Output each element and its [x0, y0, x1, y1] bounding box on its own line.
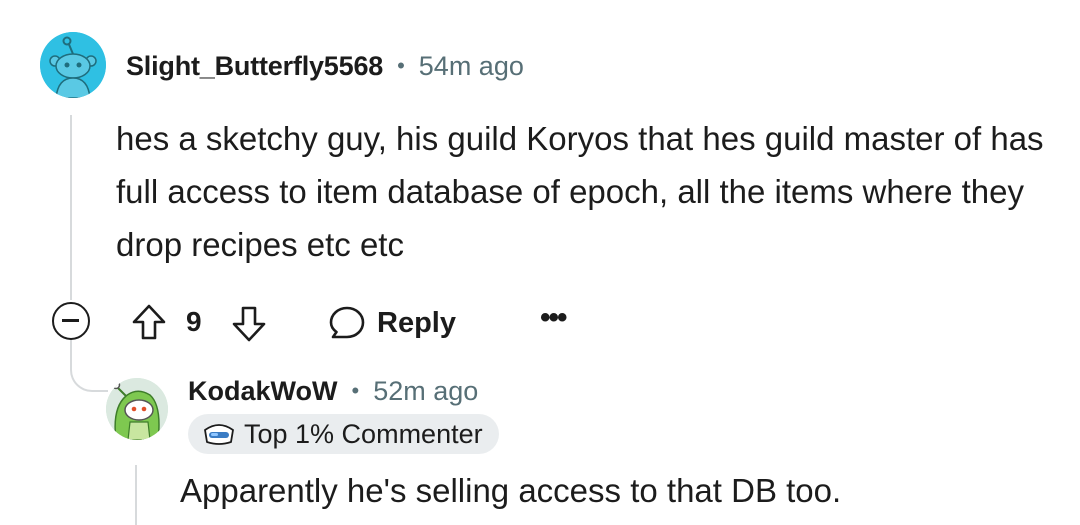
comment-header: Slight_Butterfly5568 • 54m ago: [126, 44, 524, 88]
collapse-thread-button[interactable]: [52, 302, 90, 340]
upvote-icon[interactable]: [130, 302, 168, 342]
thread-line[interactable]: [70, 115, 72, 300]
snoo-avatar-icon: [40, 32, 106, 98]
reply-thread-line[interactable]: [135, 465, 137, 525]
vote-count: 9: [186, 306, 202, 337]
thread-branch-line: [70, 340, 108, 392]
badge-label: Top 1% Commenter: [244, 418, 483, 449]
downvote-icon[interactable]: [230, 304, 268, 344]
reply-label: Reply: [377, 306, 456, 339]
reply-avatar[interactable]: [106, 378, 168, 440]
avatar[interactable]: [40, 32, 106, 98]
reply-username[interactable]: KodakWoW: [188, 376, 338, 407]
meta-separator: •: [397, 53, 405, 78]
top-commenter-badge[interactable]: Top 1% Commenter: [188, 414, 499, 454]
reply-timestamp[interactable]: 52m ago: [373, 376, 478, 407]
snoo-avatar-icon: [106, 378, 168, 440]
meta-separator: •: [351, 378, 360, 403]
speech-bubble-icon: [329, 306, 365, 339]
timestamp[interactable]: 54m ago: [419, 51, 524, 82]
comment-action-bar: 9 Reply •••: [52, 300, 612, 346]
top-commenter-icon: [204, 424, 234, 445]
comment-thread: Slight_Butterfly5568 • 54m ago hes a ske…: [0, 0, 1080, 525]
reply-body: Apparently he's selling access to that D…: [180, 472, 842, 509]
username[interactable]: Slight_Butterfly5568: [126, 51, 383, 82]
reply-button[interactable]: Reply: [327, 300, 456, 346]
reply-header: KodakWoW • 52m ago: [188, 371, 478, 411]
comment-body: hes a sketchy guy, his guild Koryos that…: [116, 120, 1044, 263]
more-options-button[interactable]: •••: [540, 303, 567, 333]
